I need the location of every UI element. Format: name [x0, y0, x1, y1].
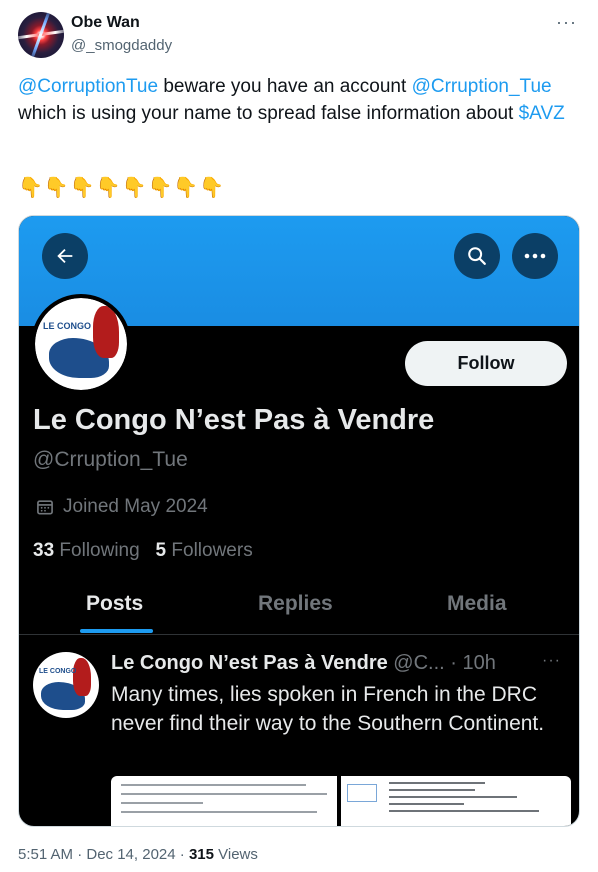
author-avatar[interactable] — [18, 12, 64, 58]
post-author-name: Le Congo N’est Pas à Vendre — [111, 652, 388, 674]
pointing-down-emojis: 👇👇👇👇👇👇👇👇 — [18, 177, 226, 199]
author-name[interactable]: Obe Wan — [71, 14, 140, 32]
mention-link[interactable]: @CorruptionTue — [18, 76, 158, 97]
mention-link[interactable]: @Crruption_Tue — [412, 76, 552, 97]
tab-posts: Posts — [86, 592, 144, 615]
views-count: 315 — [188, 846, 214, 863]
congo-logo: LE CONGO — [35, 298, 127, 390]
tab-replies: Replies — [258, 592, 333, 615]
stamp-mark — [347, 784, 377, 802]
profile-handle: @Crruption_Tue — [33, 448, 188, 471]
post-meta: @C... · 10h — [387, 652, 496, 674]
views-label: Views — [218, 846, 258, 863]
calendar-icon — [37, 500, 53, 515]
more-options-icon[interactable]: ··· — [556, 12, 577, 33]
followers-label: Followers — [171, 540, 253, 561]
joined-text: Joined May 2024 — [63, 496, 208, 517]
tweet-timestamp: 5:51 AM · Dec 14, 2024 · 315 Views — [18, 846, 258, 863]
joined-date: Joined May 2024 — [35, 496, 208, 518]
tab-media: Media — [447, 592, 507, 615]
tweet-text: @CorruptionTue beware you have an accoun… — [18, 73, 578, 127]
follow-button: Follow — [405, 341, 567, 386]
profile-avatar: LE CONGO — [31, 294, 131, 394]
post-text: Many times, lies spoken in French in the… — [111, 683, 545, 735]
post-more-icon: ··· — [542, 652, 561, 669]
post-header: Le Congo N’est Pas à Vendre @C... · 10h — [111, 652, 496, 675]
attached-image[interactable]: LE CONGO Follow Le Congo N’est Pas à Ven… — [18, 215, 580, 827]
logo-text: LE CONGO — [43, 321, 92, 331]
back-arrow-icon — [42, 233, 88, 279]
post-avatar: LE CONGO — [33, 652, 99, 718]
search-icon — [454, 233, 500, 279]
tweet-time[interactable]: 5:51 AM · Dec 14, 2024 · — [18, 846, 185, 863]
profile-name: Le Congo N’est Pas à Vendre — [33, 404, 435, 436]
more-icon — [512, 233, 558, 279]
tabs-divider — [19, 634, 579, 635]
author-handle[interactable]: @_smogdaddy — [71, 37, 172, 54]
followers-count: 5 — [155, 540, 167, 561]
follow-stats: 33 Following 5 Followers — [33, 540, 253, 562]
active-tab-indicator — [80, 629, 153, 633]
logo-fist-shape — [93, 306, 119, 358]
logo-text: LE CONGO — [39, 668, 77, 675]
tweet-text-segment: which is using your name to spread false… — [18, 103, 519, 124]
document-thumbnail — [341, 776, 571, 826]
document-thumbnail — [111, 776, 337, 826]
logo-fist-shape — [73, 658, 91, 696]
cashtag-link[interactable]: $AVZ — [519, 103, 565, 124]
following-count: 33 — [33, 540, 55, 561]
tweet-text-segment: beware you have an account — [158, 76, 412, 97]
following-label: Following — [59, 540, 140, 561]
